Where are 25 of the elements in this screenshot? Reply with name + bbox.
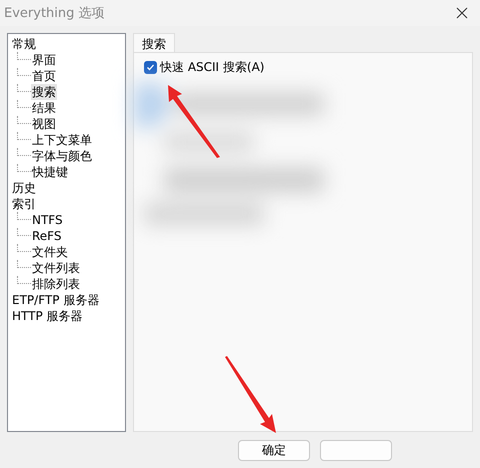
tree-item[interactable]: 索引 bbox=[11, 196, 37, 212]
tree-item[interactable]: HTTP 服务器 bbox=[11, 308, 84, 324]
tree-item[interactable]: ReFS bbox=[31, 228, 62, 244]
tree-item[interactable]: 文件列表 bbox=[31, 260, 81, 276]
tree-item[interactable]: 快捷键 bbox=[31, 164, 69, 180]
tab[interactable]: 搜索 bbox=[133, 33, 175, 52]
tree-item[interactable]: 字体与颜色 bbox=[31, 148, 93, 164]
tree-item[interactable]: 界面 bbox=[31, 52, 57, 68]
tree-item[interactable]: 结果 bbox=[31, 100, 57, 116]
tree-item[interactable]: ETP/FTP 服务器 bbox=[11, 292, 100, 308]
tree-item[interactable]: 文件夹 bbox=[31, 244, 69, 260]
tree-item[interactable]: 常规 bbox=[11, 36, 37, 52]
close-icon bbox=[456, 7, 468, 19]
tree-item[interactable]: 视图 bbox=[31, 116, 57, 132]
checkbox[interactable] bbox=[144, 61, 157, 74]
tree-item[interactable]: 搜索 bbox=[31, 84, 57, 100]
tree-item[interactable]: 首页 bbox=[31, 68, 57, 84]
tree-item[interactable]: NTFS bbox=[31, 212, 64, 228]
tree-item[interactable]: 历史 bbox=[11, 180, 37, 196]
checkbox-label: 快速 ASCII 搜索(A) bbox=[160, 59, 264, 76]
check-icon bbox=[146, 63, 155, 72]
tree-item[interactable]: 上下文菜单 bbox=[31, 132, 93, 148]
ok-button[interactable]: 确定 bbox=[238, 440, 310, 461]
tree-item[interactable]: 排除列表 bbox=[31, 276, 81, 292]
window-title: Everything 选项 bbox=[4, 5, 105, 22]
